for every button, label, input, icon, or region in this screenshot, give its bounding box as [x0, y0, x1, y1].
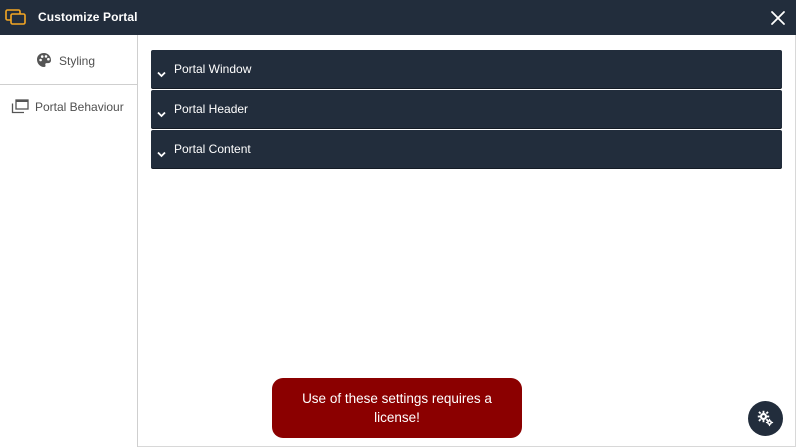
sidebar-item-label: Styling — [59, 54, 96, 68]
settings-fab-button[interactable] — [748, 401, 783, 436]
sidebar-item-label: Portal Behaviour — [35, 100, 124, 114]
panel-label: Portal Content — [174, 142, 251, 156]
sidebar: Styling Portal Behaviour — [0, 35, 138, 447]
portal-windows-icon — [5, 9, 27, 30]
title-bar: Customize Portal — [0, 0, 796, 35]
windows-stack-icon — [11, 99, 29, 117]
window-title: Customize Portal — [38, 10, 138, 24]
sidebar-item-portal-behaviour[interactable]: Portal Behaviour — [0, 85, 137, 125]
gear-settings-icon — [757, 410, 774, 427]
license-warning-toast: Use of these settings requires a license… — [272, 378, 522, 438]
sidebar-item-styling[interactable]: Styling — [0, 35, 137, 85]
chevron-down-icon — [157, 105, 166, 123]
close-icon[interactable] — [769, 9, 787, 27]
panel-portal-header[interactable]: Portal Header — [151, 90, 782, 128]
panel-portal-content[interactable]: Portal Content — [151, 130, 782, 168]
panel-label: Portal Window — [174, 62, 252, 76]
chevron-down-icon — [157, 145, 166, 163]
chevron-down-icon — [157, 65, 166, 83]
palette-icon — [36, 52, 52, 71]
panel-portal-window[interactable]: Portal Window — [151, 50, 782, 88]
panel-label: Portal Header — [174, 102, 249, 116]
toast-message: Use of these settings requires a license… — [302, 391, 492, 425]
